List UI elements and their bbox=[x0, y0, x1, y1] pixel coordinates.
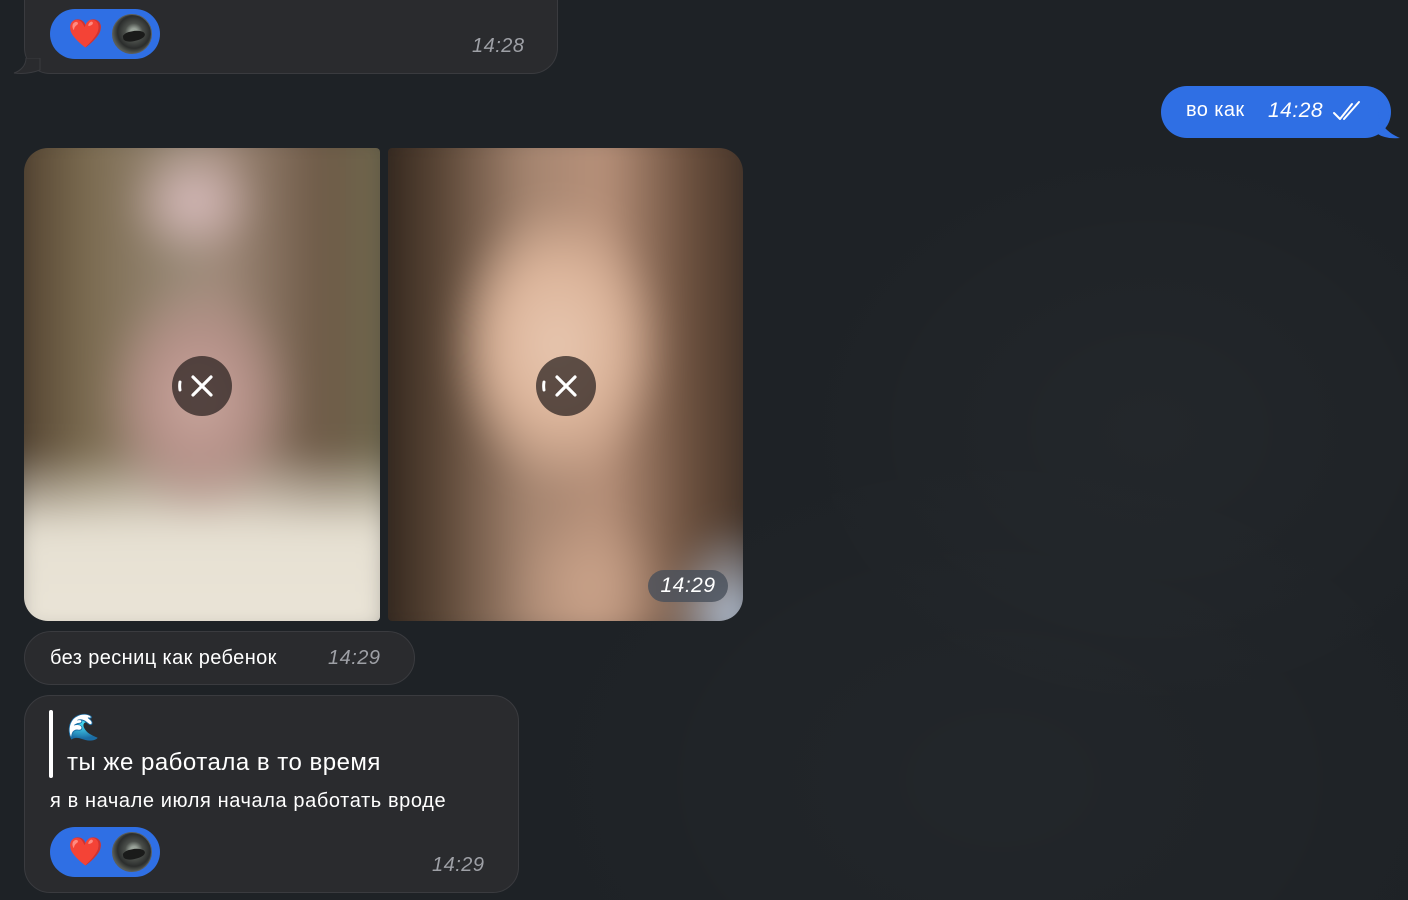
close-icon bbox=[542, 375, 577, 397]
avatar bbox=[112, 832, 152, 872]
message-time: 14:28 bbox=[472, 35, 525, 57]
photo-time-badge: 14:29 bbox=[648, 570, 728, 602]
quote-bar bbox=[49, 710, 53, 778]
reaction-pill[interactable]: ❤️ bbox=[50, 9, 160, 59]
message-text: без ресниц как ребенок bbox=[50, 647, 277, 669]
close-icon bbox=[178, 375, 213, 397]
avatar bbox=[112, 14, 152, 54]
cancel-download-button[interactable] bbox=[536, 356, 596, 416]
message-text: во как bbox=[1186, 99, 1245, 121]
wave-icon: 🌊 bbox=[67, 712, 100, 742]
photo-thumbnail[interactable]: 14:29 bbox=[388, 148, 743, 621]
message-text: я в начале июля начала работать вроде bbox=[50, 790, 447, 812]
outgoing-message[interactable]: во как 14:28 bbox=[1161, 86, 1391, 138]
incoming-message[interactable]: без ресниц как ребенок 14:29 bbox=[24, 631, 415, 685]
chat-area: ❤️ 14:28 во как 14:28 14:29 без ресниц к… bbox=[0, 0, 1408, 900]
heart-icon: ❤️ bbox=[68, 18, 103, 49]
photo-thumbnail[interactable] bbox=[24, 148, 380, 621]
heart-icon: ❤️ bbox=[68, 836, 103, 867]
bubble-tail bbox=[1378, 112, 1400, 139]
incoming-message[interactable]: ❤️ 14:28 bbox=[24, 0, 558, 74]
cancel-download-button[interactable] bbox=[172, 356, 232, 416]
message-time: 14:29 bbox=[432, 854, 485, 876]
message-time: 14:29 bbox=[328, 647, 381, 669]
incoming-message[interactable]: 🌊 ты же работала в то время я в начале и… bbox=[24, 695, 519, 893]
double-check-icon bbox=[1333, 101, 1360, 120]
message-time: 14:28 bbox=[1268, 99, 1324, 122]
reaction-pill[interactable]: ❤️ bbox=[50, 827, 160, 877]
quoted-text[interactable]: ты же работала в то время bbox=[67, 749, 381, 777]
bubble-tail bbox=[13, 58, 41, 74]
